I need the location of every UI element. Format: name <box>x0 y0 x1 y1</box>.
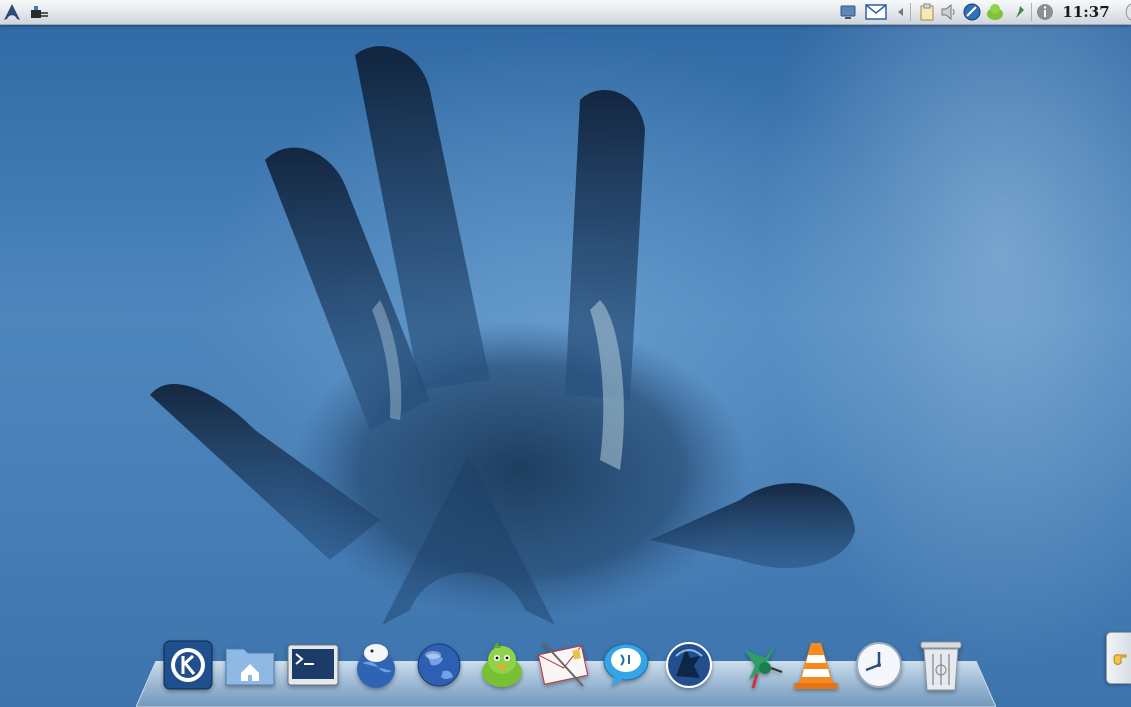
wallpaper-art <box>150 46 855 625</box>
tray-separator <box>910 3 911 21</box>
collapse-arrow-icon[interactable] <box>893 2 907 22</box>
panel-toolbox-icon[interactable] <box>1113 2 1131 22</box>
speech-bubble-icon <box>603 643 649 687</box>
dock-trash[interactable] <box>915 638 967 692</box>
globe-penguin-icon <box>357 644 395 688</box>
pidgin-bird-icon[interactable] <box>985 2 1005 22</box>
blue-globe-icon <box>417 643 461 687</box>
dock-clock-app[interactable] <box>853 638 905 692</box>
green-bird-icon <box>482 642 522 687</box>
hummingbird-icon <box>745 646 783 689</box>
airmail-envelope-icon <box>537 641 589 687</box>
dock-web-browser-penguin[interactable] <box>350 638 402 692</box>
pushpin-icon[interactable] <box>1010 2 1030 22</box>
arch-logo-icon[interactable] <box>2 2 22 22</box>
analog-clock-icon <box>856 642 902 688</box>
pointing-hand-icon <box>1112 654 1126 665</box>
volume-speaker-icon[interactable] <box>939 2 959 22</box>
desktop-wallpaper <box>0 0 1131 707</box>
dock-chat-client[interactable] <box>600 638 652 692</box>
info-icon[interactable] <box>1035 2 1055 22</box>
dock-instant-messenger[interactable] <box>476 638 528 692</box>
screen-monitor-icon[interactable] <box>838 2 858 22</box>
home-folder-icon <box>225 648 275 686</box>
dock-hummingbird-app[interactable] <box>733 638 785 692</box>
network-globe-icon[interactable] <box>962 2 982 22</box>
dock-mail-client[interactable] <box>537 638 589 692</box>
dock-terminal[interactable] <box>287 638 339 692</box>
mail-envelope-icon[interactable] <box>864 2 888 22</box>
dock-network-tool[interactable] <box>663 638 715 692</box>
network-plug-icon[interactable] <box>30 2 50 22</box>
terminal-icon <box>287 644 339 686</box>
panel-clock[interactable]: 11:37 <box>1058 0 1114 24</box>
dock-home-folder[interactable] <box>224 638 276 692</box>
kde-gear-icon <box>163 640 213 690</box>
dock-kde-menu[interactable] <box>162 638 214 692</box>
top-panel: 11:37 <box>0 0 1131 25</box>
dock-media-player[interactable] <box>790 638 842 692</box>
dock-web-browser[interactable] <box>413 638 465 692</box>
wolf-icon <box>666 642 712 688</box>
tray-separator <box>1031 3 1032 21</box>
traffic-cone-icon <box>794 643 838 689</box>
trash-can-icon <box>920 641 962 691</box>
side-panel-tab[interactable] <box>1106 632 1131 684</box>
clipboard-icon[interactable] <box>917 2 937 22</box>
